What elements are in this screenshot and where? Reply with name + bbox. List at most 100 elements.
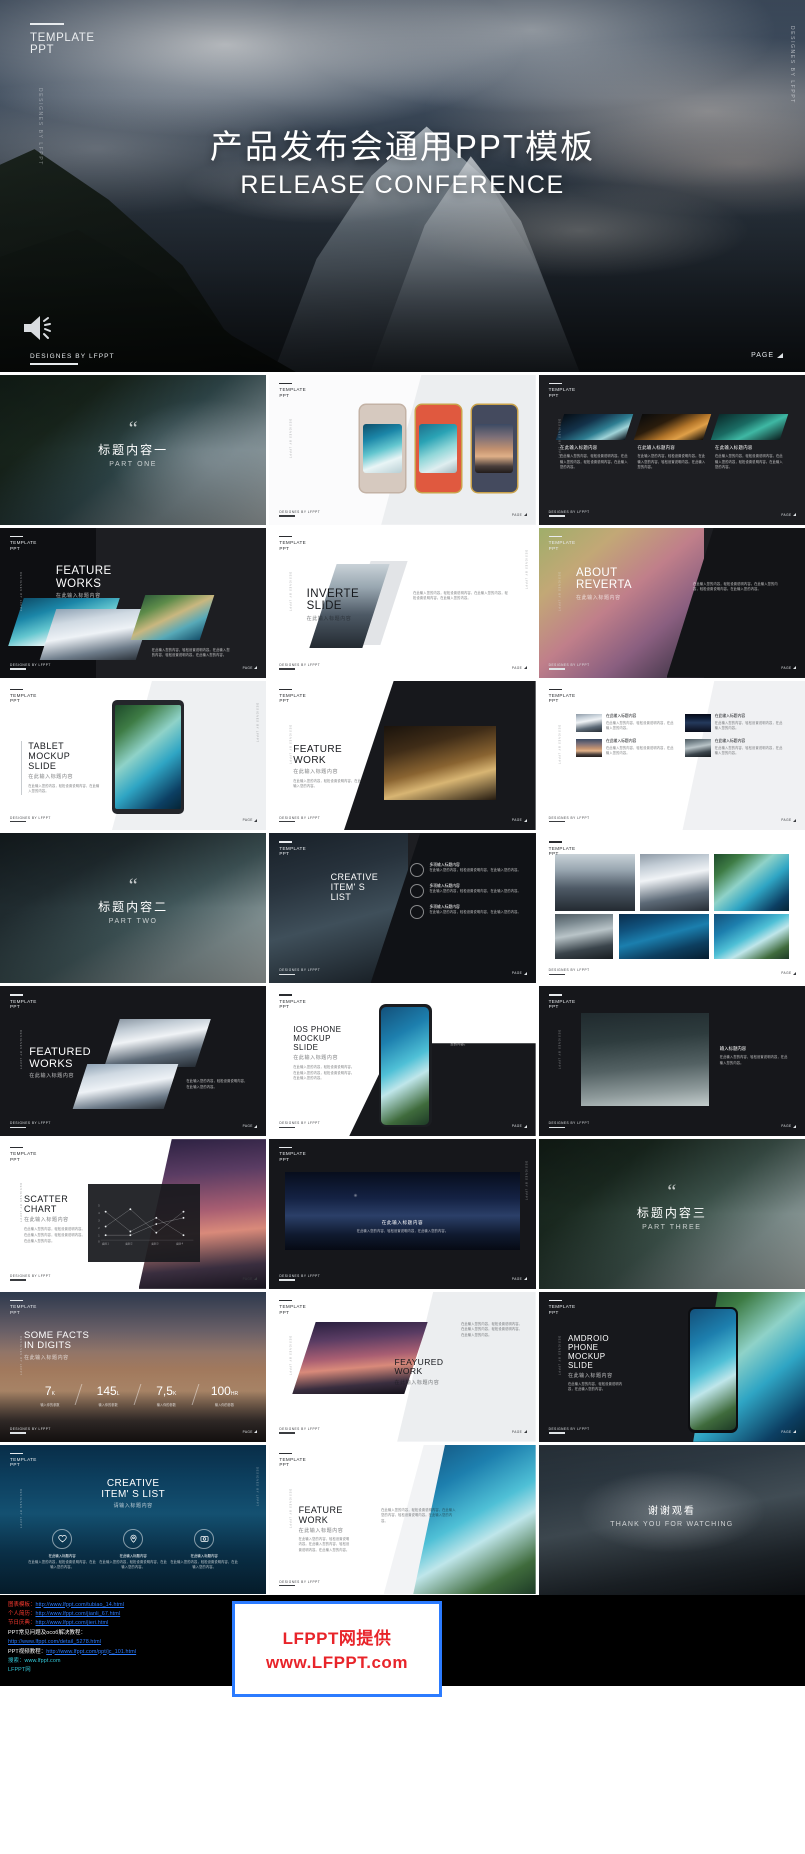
slide3-card[interactable]: 在此输入标题内容 在此输入您的内容，轻松设置说明内容。在此输入您的内容，轻松设置… (555, 413, 633, 471)
watermark-box: LFPPT网提供 www.LFPPT.com (232, 1600, 442, 1697)
slide-thumb-tablet-mockup[interactable]: TEMPLATE PPT DESIGNES BY LFPPT TABLET MOC… (0, 680, 267, 831)
slide8-title-line2: WORK (293, 754, 327, 766)
slide-thumb-starry-photo[interactable]: TEMPLATE PPT DESIGNES BY LFPPT 在此输入标题内容 在… (269, 1139, 536, 1289)
footer-link-url[interactable]: http://www.lfppt.com/ppt/jc_101.html (46, 1649, 136, 1655)
slide9-item-body: 在此输入您的内容，轻松设置说明内容，在此输入您的内容。 (714, 720, 783, 731)
slide9-item-body: 在此输入您的内容，轻松设置说明内容，在此输入您的内容。 (714, 745, 783, 756)
slide-thumb-photo-collage[interactable]: TEMPLATE PPT DESIGNES BY LFPPT PAGE (538, 833, 805, 984)
slide2-watch-2 (415, 404, 462, 492)
footer-link-url[interactable]: http://www.lfppt.com/tubiao_14.html (35, 1602, 124, 1608)
svg-text:类别 4: 类别 4 (176, 1241, 184, 1245)
slide23-title-line2: WORK (298, 1514, 329, 1525)
slide22-icon-item[interactable]: 在此输入标题内容 在此输入您的内容，轻松设置说明内容，在此输入您的内容。 (169, 1528, 240, 1571)
slide-thumb-forest-caption[interactable]: TEMPLATE PPT DESIGNES BY LFPPT 输入标题内容 在此输… (538, 986, 805, 1137)
footer-link-url[interactable]: http://www.lfppt.com/jieri.html (35, 1620, 108, 1626)
slide5-page-indicator: PAGE (512, 666, 527, 670)
slide11-title-line3: LIST (330, 892, 352, 903)
slide-thumb-ios-phone-mockup[interactable]: TEMPLATE PPT IOS PHONE MOCKUP SLIDE 在此输入标… (269, 986, 536, 1137)
slide-thumb-thank-you[interactable]: 谢谢观看 THANK YOU FOR WATCHING (538, 1444, 805, 1595)
slide-thumb-creative-items-list[interactable]: TEMPLATE PPT CREATIVE ITEM' S LIST 多项输入标题… (269, 833, 536, 984)
slide9-item-title: 在此输入标题内容 (605, 738, 637, 743)
slide7-title-line1: TABLET (28, 740, 65, 751)
slide3-card[interactable]: 在此输入标题内容 在此输入您的内容，轻松设置说明内容。在此输入您的内容，轻松设置… (633, 413, 711, 471)
slide11-item[interactable]: 多项输入标题内容 在此输入您的内容，轻松设置说明内容，在此输入您的内容。 (410, 884, 522, 899)
slide11-item-body: 在此输入您的内容，轻松设置说明内容，在此输入您的内容。 (429, 868, 521, 873)
cover-title-block: 产品发布会通用PPT模板 RELEASE CONFERENCE (0, 127, 805, 201)
slide22-icon-item[interactable]: 在此输入标题内容 在此输入您的内容，轻松设置说明内容，在此输入您的内容。 (27, 1528, 98, 1571)
footer-link-url[interactable]: www.lfppt.com (24, 1658, 60, 1664)
slide-thumb-section-divider-two[interactable]: “ 标题内容二 PART TWO (0, 833, 267, 984)
slide-thumb-android-phone-mockup[interactable]: TEMPLATE PPT DESIGNES BY LFPPT AMDROIO PH… (538, 1291, 805, 1442)
slide11-title-line2: ITEM' S (330, 882, 366, 893)
slide9-item[interactable]: 在此输入标题内容 在此输入您的内容，轻松设置说明内容，在此输入您的内容。 (575, 738, 675, 757)
slide-thumb-feature-works[interactable]: TEMPLATE PPT DESIGNES BY LFPPT FEATURE WO… (0, 527, 267, 678)
slide23-title-line1: FEATURE (298, 1504, 343, 1515)
slide2-watch-1 (359, 404, 406, 492)
fact-caption: 输入你的参数 (156, 1402, 176, 1407)
slide17-caption-title: 在此输入标题内容 (381, 1219, 424, 1225)
slide8-brand: TEMPLATE PPT (279, 688, 306, 704)
slide22-title-line1: CREATIVE (106, 1477, 160, 1489)
slide4-subtitle: 在此输入标题内容 (55, 593, 101, 600)
slide21-page-indicator: PAGE (781, 1430, 796, 1434)
slide17-vertical-note: DESIGNES BY LFPPT (524, 1161, 528, 1201)
slide11-item[interactable]: 多项输入标题内容 在此输入您的内容，轻松设置说明内容，在此输入您的内容。 (410, 905, 522, 920)
slide-thumb-feature-work-blue[interactable]: TEMPLATE PPT DESIGNES BY LFPPT FEATURE WO… (269, 1444, 536, 1595)
slide3-vertical-note: DESIGNES BY LFPPT (557, 419, 561, 459)
slide-thumb-section-divider-three[interactable]: “ 标题内容三 PART THREE (538, 1139, 805, 1289)
slide23-subtitle: 在此输入标题内容 (298, 1527, 344, 1534)
slide-thumb-feayured-work[interactable]: TEMPLATE PPT DESIGNES BY LFPPT FEAYURED W… (269, 1291, 536, 1442)
slide2-vertical-note: DESIGNES BY LFPPT (288, 419, 292, 459)
slide3-card[interactable]: 在此输入标题内容 在此输入您的内容，轻松设置说明内容。在此输入您的内容，轻松设置… (710, 413, 788, 471)
slide-thumb-creative-items-icons[interactable]: TEMPLATE PPT DESIGNES BY LFPPT DESIGNES B… (0, 1444, 267, 1595)
slide-thumb-feature-work[interactable]: TEMPLATE PPT DESIGNES BY LFPPT FEATURE WO… (269, 680, 536, 831)
slide-thumb-inverted[interactable]: TEMPLATE PPT DESIGNES BY LFPPT DESIGNES B… (269, 527, 536, 678)
slide1-title-en: PART ONE (109, 461, 158, 469)
slide15-vertical-note: DESIGNES BY LFPPT (557, 1030, 561, 1071)
fact-item: 7,5K 输入你的参数 (138, 1382, 195, 1407)
slide-thumb-facts-in-digits[interactable]: TEMPLATE PPT DESIGNES BY LFPPT SOME FACTS… (0, 1291, 267, 1442)
slide9-item[interactable]: 在此输入标题内容 在此输入您的内容，轻松设置说明内容，在此输入您的内容。 (684, 738, 784, 757)
slide7-subtitle: 在此输入标题内容 (28, 773, 74, 780)
slide24-title-zh: 谢谢观看 (647, 1505, 696, 1517)
slide-thumb-scatter-chart[interactable]: TEMPLATE PPT DESIGNES BY LFPPT SCATTER CH… (0, 1139, 267, 1289)
slide11-title-block: CREATIVE ITEM' S LIST (331, 872, 379, 902)
slide23-brand: TEMPLATE PPT (279, 1452, 306, 1468)
slide9-item[interactable]: 在此输入标题内容 在此输入您的内容，轻松设置说明内容，在此输入您的内容。 (684, 713, 784, 732)
footer-link-label: 图表模板： (8, 1601, 36, 1608)
slide11-item[interactable]: 多项输入标题内容 在此输入您的内容，轻松设置说明内容，在此输入您的内容。 (410, 863, 522, 878)
slide6-vertical-note: DESIGNES BY LFPPT (557, 571, 561, 612)
fact-value: 100 (210, 1383, 231, 1398)
slide15-page-indicator: PAGE (781, 1124, 796, 1128)
svg-text:3: 3 (98, 1220, 100, 1223)
slide16-page-indicator: PAGE (243, 1277, 258, 1281)
slide-thumb-featured-works[interactable]: TEMPLATE PPT DESIGNES BY LFPPT FEATURED W… (0, 986, 267, 1137)
slide10-quote-mark: “ (128, 875, 138, 898)
slide-thumb-three-cards[interactable]: TEMPLATE PPT DESIGNES BY LFPPT 在此输入标题内容 … (538, 375, 805, 525)
slide-thumb-about-reverta[interactable]: TEMPLATE PPT DESIGNES BY LFPPT ABOUT REVE… (538, 527, 805, 678)
slide13-title-block: FEATURED WORKS 在此输入标题内容 (29, 1046, 91, 1079)
fact-value: 7 (44, 1383, 52, 1398)
slide21-vertical-note: DESIGNES BY LFPPT (557, 1335, 561, 1376)
slide20-subtitle: 在此输入标题内容 (394, 1379, 440, 1386)
slide20-vertical-note: DESIGNES BY LFPPT (288, 1335, 292, 1376)
slide22-icon-item[interactable]: 在此输入标题内容 在此输入您的内容，轻松设置说明内容，在此输入您的内容。 (98, 1528, 169, 1571)
slide17-page-indicator: PAGE (512, 1277, 527, 1281)
slide23-body-right: 在此输入您的内容，轻松设置说明内容。在此输入您的内容，轻松设置说明内容。在此输入… (381, 1507, 456, 1523)
svg-text:类别 3: 类别 3 (151, 1241, 159, 1245)
slide13-title-line2: WORKS (29, 1058, 73, 1071)
footer-link-url[interactable]: http://www.lfppt.com/detail_5278.html (8, 1639, 101, 1645)
svg-text:2: 2 (98, 1227, 100, 1230)
slide22-title-block: CREATIVE ITEM' S LIST 请输入标题内容 (0, 1478, 266, 1509)
slide9-item-title: 在此输入标题内容 (605, 713, 637, 718)
slide-thumb-four-photo-grid[interactable]: TEMPLATE PPT DESIGNES BY LFPPT 在此输入标题内容 在… (538, 680, 805, 831)
slide4-vertical-note: DESIGNES BY LFPPT (19, 571, 22, 612)
cover-brand: TEMPLATE PPT (30, 23, 95, 56)
slide-thumb-section-divider-one[interactable]: “ 标题内容一 PART ONE (0, 375, 267, 525)
slide16-body: 在此输入您的内容，轻松设置说明内容。在此输入您的内容，轻松设置说明内容。在此输入… (23, 1227, 85, 1243)
slide21-title-line1: AMDROIO (567, 1333, 609, 1343)
slide-thumb-watch-mockup[interactable]: TEMPLATE PPT DESIGNES BY LFPPT DESIGNES … (269, 375, 536, 525)
footer-link-url[interactable]: http://www.lfppt.com/jianli_67.html (35, 1611, 120, 1617)
slide21-subtitle: 在此输入标题内容 (567, 1372, 613, 1379)
slide9-item[interactable]: 在此输入标题内容 在此输入您的内容，轻松设置说明内容，在此输入您的内容。 (575, 713, 675, 732)
